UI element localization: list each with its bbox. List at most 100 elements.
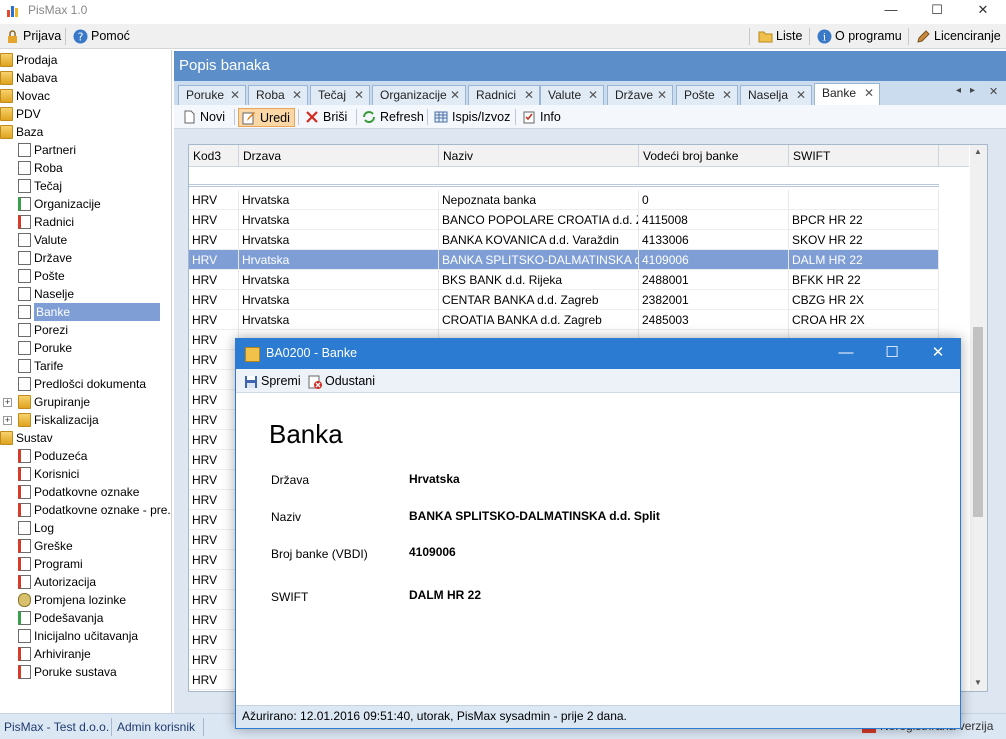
cell-swift: SKOV HR 22 bbox=[789, 230, 939, 250]
table-row[interactable]: HRV Hrvatska CROATIA BANKA d.d. Zagreb 2485… bbox=[189, 310, 939, 330]
close-tab-icon[interactable]: ✕ bbox=[864, 84, 874, 103]
table-row[interactable]: HRV Hrvatska BANCO POPOLARE CROATIA d.d. Z… bbox=[189, 210, 939, 230]
document-icon bbox=[18, 215, 31, 229]
log-icon bbox=[18, 521, 31, 535]
cell-kod3: HRV bbox=[189, 350, 239, 370]
uredi-button[interactable]: Uredi bbox=[238, 108, 295, 127]
dialog-titlebar: BA0200 - Banke — ☐ ✕ bbox=[236, 339, 960, 369]
toolbar-divider bbox=[749, 28, 750, 45]
status-divider bbox=[203, 718, 204, 736]
tab-organizacije[interactable]: Organizacije ✕ bbox=[372, 85, 466, 105]
cell-swift: CROA HR 2X bbox=[789, 310, 939, 330]
cell-kod3: HRV bbox=[189, 470, 239, 490]
close-tab-icon[interactable]: ✕ bbox=[796, 86, 806, 105]
document-icon bbox=[18, 179, 31, 193]
document-icon bbox=[18, 377, 31, 391]
close-button[interactable]: ✕ bbox=[960, 0, 1006, 22]
liste-button[interactable]: Liste bbox=[756, 27, 802, 46]
tab-poruke[interactable]: Poruke ✕ bbox=[178, 85, 246, 105]
cell-swift: BFKK HR 22 bbox=[789, 270, 939, 290]
status-company: PisMax - Test d.o.o. bbox=[4, 720, 110, 734]
minimize-button[interactable]: — bbox=[868, 0, 914, 22]
tab-tecaj[interactable]: Tečaj ✕ bbox=[310, 85, 370, 105]
tab-scroll-right-icon[interactable]: ▸ bbox=[970, 85, 975, 96]
swift-value[interactable]: DALM HR 22 bbox=[409, 588, 481, 602]
column-header-drzava[interactable]: Drzava bbox=[239, 145, 439, 167]
close-tab-icon[interactable]: ✕ bbox=[657, 86, 667, 105]
cell-kod3: HRV bbox=[189, 570, 239, 590]
cell-swift bbox=[789, 190, 939, 210]
tab-valute[interactable]: Valute ✕ bbox=[540, 85, 604, 105]
document-icon bbox=[18, 143, 31, 157]
drzava-value[interactable]: Hrvatska bbox=[409, 472, 460, 486]
toolbar-divider bbox=[298, 109, 299, 125]
maximize-button[interactable]: ☐ bbox=[914, 0, 960, 22]
column-header-kod3[interactable]: Kod3 bbox=[189, 145, 239, 167]
scroll-down-icon[interactable]: ▼ bbox=[974, 678, 982, 687]
tab-drzave[interactable]: Države ✕ bbox=[607, 85, 673, 105]
cell-kod3: HRV bbox=[189, 590, 239, 610]
tab-banke[interactable]: Banke ✕ bbox=[814, 83, 880, 105]
table-row[interactable]: HRV Hrvatska Nepoznata banka 0 bbox=[189, 190, 939, 210]
cell-vodeci-broj: 2382001 bbox=[639, 290, 789, 310]
novi-button[interactable]: Novi bbox=[179, 108, 229, 127]
dialog-minimize-button[interactable]: — bbox=[824, 342, 868, 366]
odustani-button[interactable]: Odustani bbox=[306, 372, 375, 391]
tab-naselja[interactable]: Naselja ✕ bbox=[740, 85, 812, 105]
pen-icon bbox=[917, 30, 930, 43]
table-row[interactable]: HRV Hrvatska BKS BANK d.d. Rijeka 2488001 BF… bbox=[189, 270, 939, 290]
svg-text:i: i bbox=[823, 33, 826, 44]
cell-drzava: Hrvatska bbox=[239, 270, 439, 290]
window-titlebar: PisMax 1.0 — ☐ ✕ bbox=[0, 0, 1006, 22]
table-row[interactable]: HRVHrvatskaBANKA SPLITSKO-DALMATINSKA d.… bbox=[189, 250, 939, 270]
close-tab-icon[interactable]: ✕ bbox=[722, 86, 732, 105]
brisi-button[interactable]: Briši bbox=[302, 108, 351, 127]
licenciranje-button[interactable]: Licenciranje bbox=[914, 27, 1001, 46]
swift-label: SWIFT bbox=[271, 590, 309, 604]
dialog-maximize-button[interactable]: ☐ bbox=[870, 342, 914, 366]
spremi-button[interactable]: Spremi bbox=[242, 372, 301, 391]
lock-icon bbox=[8, 30, 17, 43]
tab-radnici[interactable]: Radnici ✕ bbox=[468, 85, 540, 105]
expand-fiskalizacija-toggle[interactable]: + bbox=[3, 416, 12, 425]
cell-kod3: HRV bbox=[189, 330, 239, 350]
tab-poste[interactable]: Pošte ✕ bbox=[676, 85, 738, 105]
tab-scroll-left-icon[interactable]: ◂ bbox=[956, 85, 961, 96]
cell-naziv: BANKA KOVANICA d.d. Varaždin bbox=[439, 230, 639, 250]
dialog-close-button[interactable]: ✕ bbox=[916, 342, 960, 366]
column-header-vodeci-broj[interactable]: Vodeći broj banke bbox=[639, 145, 789, 167]
cell-naziv: Nepoznata banka bbox=[439, 190, 639, 210]
cell-kod3: HRV bbox=[189, 530, 239, 550]
document-icon bbox=[18, 665, 31, 679]
prijava-button[interactable]: Prijava bbox=[3, 27, 61, 46]
close-tab-icon[interactable]: ✕ bbox=[450, 86, 460, 105]
info-button[interactable]: Info bbox=[519, 108, 565, 127]
tab-roba[interactable]: Roba ✕ bbox=[248, 85, 308, 105]
close-tab-icon[interactable]: ✕ bbox=[588, 86, 598, 105]
key-icon bbox=[18, 593, 31, 607]
close-all-tabs-icon[interactable]: ✕ bbox=[989, 85, 998, 98]
cell-naziv: BANKA SPLITSKO-DALMATINSKA d.d.... bbox=[439, 250, 639, 270]
refresh-button[interactable]: Refresh bbox=[359, 108, 428, 127]
pomoc-button[interactable]: ? Pomoć bbox=[71, 27, 130, 46]
broj-banke-value[interactable]: 4109006 bbox=[409, 545, 456, 559]
column-header-swift[interactable]: SWIFT bbox=[789, 145, 939, 167]
cell-kod3: HRV bbox=[189, 510, 239, 530]
scroll-up-icon[interactable]: ▲ bbox=[974, 147, 982, 156]
o-programu-button[interactable]: i O programu bbox=[815, 27, 902, 46]
table-row[interactable]: HRV Hrvatska CENTAR BANKA d.d. Zagreb 23820… bbox=[189, 290, 939, 310]
folder-icon bbox=[0, 125, 13, 139]
naziv-value[interactable]: BANKA SPLITSKO-DALMATINSKA d.d. Split bbox=[409, 509, 660, 523]
close-tab-icon[interactable]: ✕ bbox=[230, 86, 240, 105]
close-tab-icon[interactable]: ✕ bbox=[524, 86, 534, 105]
dialog-app-icon bbox=[245, 347, 260, 362]
vertical-scrollbar[interactable]: ▲ ▼ bbox=[970, 145, 987, 691]
ispis-izvoz-button[interactable]: Ispis/Izvoz bbox=[431, 108, 514, 127]
table-row[interactable]: HRV Hrvatska BANKA KOVANICA d.d. Varaždin 4… bbox=[189, 230, 939, 250]
expand-grupiranje-toggle[interactable]: + bbox=[3, 398, 12, 407]
filter-row[interactable] bbox=[189, 167, 939, 187]
column-header-naziv[interactable]: Naziv bbox=[439, 145, 639, 167]
close-tab-icon[interactable]: ✕ bbox=[354, 86, 364, 105]
scrollbar-thumb[interactable] bbox=[973, 327, 983, 517]
close-tab-icon[interactable]: ✕ bbox=[292, 86, 302, 105]
